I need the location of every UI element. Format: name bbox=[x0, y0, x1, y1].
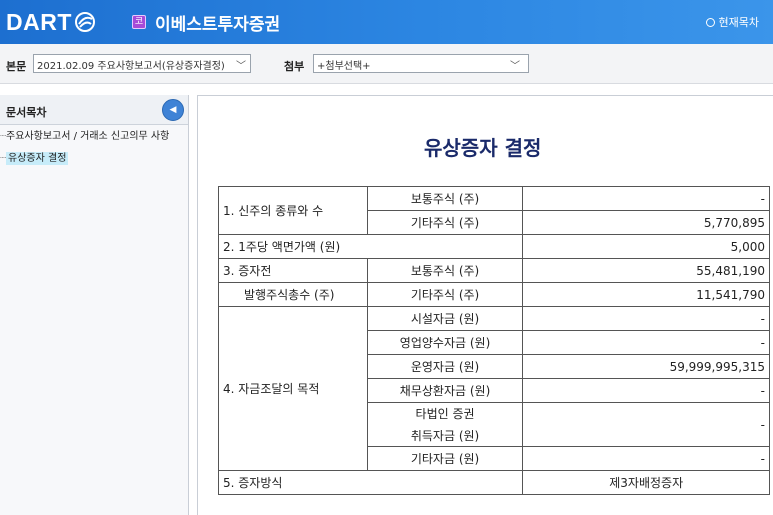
sub-label: 보통주식 (주) bbox=[366, 258, 524, 283]
sub-label: 운영자금 (원) bbox=[366, 354, 524, 379]
table-row: 3. 증자전 보통주식 (주) 55,481,190 bbox=[218, 258, 770, 283]
sidebar-header: 문서목차 ◀ bbox=[0, 95, 188, 125]
value-cell: - bbox=[522, 306, 770, 331]
table-row: 2. 1주당 액면가액 (원) 5,000 bbox=[217, 234, 770, 259]
logo-text: DART bbox=[6, 8, 72, 35]
dart-logo[interactable]: DART bbox=[6, 7, 96, 37]
table-row: 1. 신주의 종류와 수 보통주식 (주) - bbox=[218, 186, 770, 235]
value-cell: - bbox=[522, 378, 770, 403]
collapse-sidebar-button[interactable]: ◀ bbox=[162, 99, 184, 121]
sub-label: 타법인 증권 bbox=[366, 402, 524, 425]
attach-select-value: +첨부선택+ bbox=[317, 61, 371, 72]
row-label: 2. 1주당 액면가액 (원) bbox=[217, 234, 524, 259]
value-cell: - bbox=[522, 402, 770, 447]
attach-label: 첨부 bbox=[284, 60, 305, 73]
document-title: 유상증자 결정 bbox=[424, 136, 542, 160]
value-cell: 제3자배정증자 bbox=[522, 470, 770, 495]
report-select[interactable]: 2021.02.09 주요사항보고서(유상증자결정) ﹀ bbox=[33, 54, 251, 73]
sub-label: 취득자금 (원) bbox=[366, 424, 524, 447]
sub-label: 영업양수자금 (원) bbox=[366, 330, 524, 355]
dart-swirl-icon bbox=[74, 12, 95, 32]
row-label: 4. 자금조달의 목적 bbox=[218, 306, 368, 471]
row-label: 3. 증자전 bbox=[218, 258, 368, 283]
sub-label: 기타주식 (주) bbox=[366, 282, 524, 307]
document-viewer: 유상증자 결정 1. 신주의 종류와 수 보통주식 (주) - 기타주식 (주)… bbox=[197, 95, 773, 515]
value-cell: - bbox=[522, 186, 770, 211]
row-label: 발행주식총수 (주) bbox=[218, 282, 368, 307]
company-badge-icon: 코 bbox=[132, 15, 146, 29]
value-cell: 5,770,895 bbox=[522, 210, 770, 235]
row-label: 1. 신주의 종류와 수 bbox=[218, 186, 368, 235]
sub-label: 기타주식 (주) bbox=[366, 210, 524, 235]
value-cell: - bbox=[522, 330, 770, 355]
sub-label: 시설자금 (원) bbox=[366, 306, 524, 331]
report-select-value: 2021.02.09 주요사항보고서(유상증자결정) bbox=[37, 61, 225, 72]
company-name[interactable]: 이베스트투자증권 bbox=[155, 10, 280, 35]
attach-select[interactable]: +첨부선택+ ﹀ bbox=[313, 54, 529, 73]
table-row: 4. 자금조달의 목적 시설자금 (원) - bbox=[218, 306, 770, 471]
main-label: 본문 bbox=[6, 60, 27, 73]
toc-item-label: 유상증자 결정 bbox=[6, 152, 69, 165]
value-cell: 59,999,995,315 bbox=[522, 354, 770, 379]
table-row: 5. 증자방식 제3자배정증자 bbox=[217, 470, 770, 495]
value-cell: 55,481,190 bbox=[522, 258, 770, 283]
chevron-down-icon: ﹀ bbox=[236, 61, 246, 72]
value-cell: 11,541,790 bbox=[522, 282, 770, 307]
sub-label: 기타자금 (원) bbox=[366, 446, 524, 471]
report-toolbar: 본문 2021.02.09 주요사항보고서(유상증자결정) ﹀ 첨부 +첨부선택… bbox=[0, 44, 773, 84]
app-header: DART 코 이베스트투자증권 현재목차 bbox=[0, 0, 773, 44]
table-row: 발행주식총수 (주) 기타주식 (주) 11,541,790 bbox=[218, 282, 770, 307]
toc-item-report[interactable]: ┈주요사항보고서 / 거래소 신고의무 사항 bbox=[0, 127, 169, 142]
toc-item-rights-offering[interactable]: ┈ 유상증자 결정 bbox=[0, 149, 69, 165]
toc-item-label: 주요사항보고서 / 거래소 신고의무 사항 bbox=[6, 131, 170, 142]
disclosure-table: 1. 신주의 종류와 수 보통주식 (주) - 기타주식 (주) 5,770,8… bbox=[217, 186, 770, 495]
circle-icon bbox=[705, 17, 715, 27]
current-toc-link[interactable]: 현재목차 bbox=[705, 14, 759, 30]
current-toc-label: 현재목차 bbox=[718, 16, 759, 29]
toc-sidebar: 문서목차 ◀ ┈주요사항보고서 / 거래소 신고의무 사항 ┈ 유상증자 결정 bbox=[0, 95, 189, 515]
row-label: 5. 증자방식 bbox=[217, 470, 524, 495]
value-cell: - bbox=[522, 446, 770, 471]
sub-label: 보통주식 (주) bbox=[366, 186, 524, 211]
sidebar-title: 문서목차 bbox=[6, 106, 47, 119]
value-cell: 5,000 bbox=[522, 234, 770, 259]
sub-label: 채무상환자금 (원) bbox=[366, 378, 524, 403]
chevron-down-icon: ﹀ bbox=[510, 61, 520, 72]
